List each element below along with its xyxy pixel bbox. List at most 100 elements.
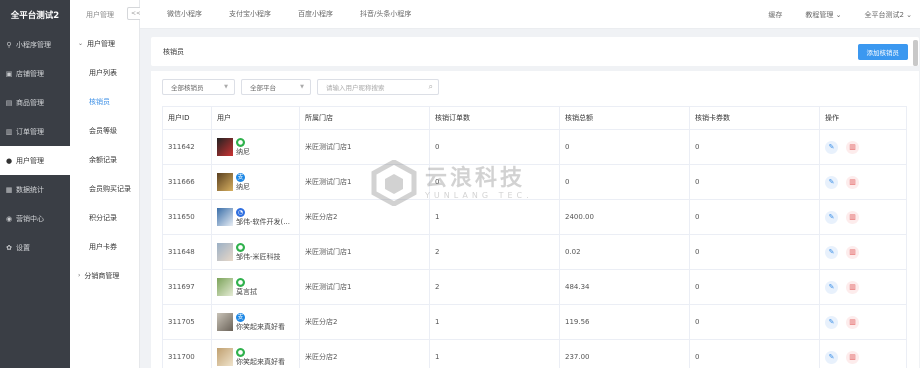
card-count-link[interactable]: 0: [689, 199, 820, 235]
scrollbar[interactable]: [913, 40, 918, 66]
user-meta: ● 邹伟-米匠科技: [236, 242, 281, 262]
card-count-link[interactable]: 0: [689, 164, 820, 200]
user-meta: ● 纳尼: [236, 137, 250, 157]
sidebar-item-store[interactable]: ▣ 店铺管理: [0, 59, 70, 88]
user-info: ● 纳尼: [217, 137, 299, 157]
user-nickname: 纳尼: [236, 147, 250, 156]
row-actions: ✎ ▥: [825, 315, 906, 329]
sidebar-item-marketing[interactable]: ◉ 营销中心: [0, 204, 70, 233]
wechat-icon: ●: [236, 277, 245, 287]
user-nickname: 你笑起来真好看: [236, 322, 285, 331]
delete-button[interactable]: ▥: [846, 175, 859, 189]
user-cell: ● 纳尼: [211, 129, 300, 165]
sidebar-item-order[interactable]: ▥ 订单管理: [0, 117, 70, 146]
subnav-item[interactable]: 积分记录: [70, 203, 139, 232]
subnav-item[interactable]: 会员等级: [70, 116, 139, 145]
sidebar-item-gear[interactable]: ✿ 设置: [0, 233, 70, 262]
tab-platform[interactable]: 支付宝小程序: [229, 9, 271, 19]
marketing-icon: ◉: [5, 214, 13, 223]
edit-button[interactable]: ✎: [825, 315, 838, 329]
subnav-item[interactable]: 用户卡券: [70, 232, 139, 261]
table-row[interactable]: 311666 支纳尼 米匠测试门店1 0 0 0 ✎ ▥: [162, 164, 907, 200]
top-link[interactable]: 全平台测试2 ⌄: [864, 10, 912, 20]
table-row[interactable]: 311700 ● 你笑起来真好看 米匠分店2 1 237.00 0 ✎ ▥: [162, 339, 907, 368]
row-actions: ✎ ▥: [825, 245, 906, 259]
filter-bar: 全部核销员 ▼ 全部平台 ▼ 请输入用户昵称搜索 ⌕: [162, 79, 439, 95]
table-row[interactable]: 311697 ● 莫言拭 米匠测试门店1 2 484.34 0 ✎ ▥: [162, 269, 907, 305]
subnav-group-users[interactable]: ⌄ 用户管理: [70, 29, 139, 58]
trash-icon: ▥: [849, 178, 856, 186]
search-input[interactable]: 请输入用户昵称搜索 ⌕: [317, 79, 439, 95]
table-row[interactable]: 311648 ● 邹伟-米匠科技 米匠测试门店1 2 0.02 0 ✎ ▥: [162, 234, 907, 270]
order-count-link[interactable]: 1: [429, 199, 560, 235]
writeoff-select[interactable]: 全部核销员 ▼: [162, 79, 235, 95]
edit-button[interactable]: ✎: [825, 210, 838, 224]
subnav-group-distributor[interactable]: › 分销商管理: [70, 261, 139, 290]
user-meta: ● 你笑起来真好看: [236, 347, 285, 367]
top-link[interactable]: 缓存: [768, 10, 782, 20]
order-count-link[interactable]: 2: [429, 234, 560, 270]
table-row[interactable]: 311650 ◔ 邹伟-软件开发(... 米匠分店2 1 2400.00 0 ✎ ▥: [162, 199, 907, 235]
sidebar-item-link[interactable]: ⚲ 小程序管理: [0, 30, 70, 59]
user-cell: ● 莫言拭: [211, 269, 300, 305]
row-actions: ✎ ▥: [825, 175, 906, 189]
tab-platform[interactable]: 抖音/头条小程序: [360, 9, 411, 19]
subnav-item[interactable]: 核销员: [70, 87, 139, 116]
sidebar-item-user[interactable]: ● 用户管理: [0, 146, 70, 175]
order-count-link[interactable]: 0: [429, 164, 560, 200]
sidebar-item-chart[interactable]: ▦ 数据统计: [0, 175, 70, 204]
card-count-link[interactable]: 0: [689, 269, 820, 305]
card-count-link[interactable]: 0: [689, 129, 820, 165]
top-link[interactable]: 教程管理 ⌄: [805, 10, 841, 20]
trash-icon: ▥: [849, 283, 856, 291]
order-count-link[interactable]: 1: [429, 304, 560, 340]
card-count-link[interactable]: 0: [689, 339, 820, 368]
user-meta: ◔ 邹伟-软件开发(...: [236, 207, 290, 227]
edit-button[interactable]: ✎: [825, 245, 838, 259]
table-row[interactable]: 311642 ● 纳尼 米匠测试门店1 0 0 0 ✎ ▥: [162, 129, 907, 165]
store-cell: 米匠测试门店1: [299, 234, 430, 270]
delete-button[interactable]: ▥: [846, 315, 859, 329]
card-count-link[interactable]: 0: [689, 304, 820, 340]
user-id-cell: 311697: [162, 269, 212, 305]
delete-button[interactable]: ▥: [846, 210, 859, 224]
sidebar-item-goods[interactable]: ▤ 商品管理: [0, 88, 70, 117]
tab-platform[interactable]: 微信小程序: [167, 9, 202, 19]
tab-platform[interactable]: 百度小程序: [298, 9, 333, 19]
platform-select[interactable]: 全部平台 ▼: [241, 79, 311, 95]
order-count-link[interactable]: 0: [429, 129, 560, 165]
platform-tabs: 微信小程序 支付宝小程序 百度小程序 抖音/头条小程序: [140, 9, 411, 19]
sidebar-menu: ⚲ 小程序管理 ▣ 店铺管理 ▤ 商品管理 ▥ 订单管理 ● 用户管理 ▦ 数据统计 ◉ 营销中心 ✿ 设置: [0, 30, 70, 262]
store-icon: ▣: [5, 69, 13, 78]
avatar: [217, 243, 233, 261]
delete-button[interactable]: ▥: [846, 245, 859, 259]
user-info: ● 莫言拭: [217, 277, 299, 297]
total-amount-cell: 484.34: [559, 269, 690, 305]
delete-button[interactable]: ▥: [846, 140, 859, 154]
store-cell: 米匠分店2: [299, 339, 430, 368]
delete-button[interactable]: ▥: [846, 350, 859, 364]
delete-button[interactable]: ▥: [846, 280, 859, 294]
order-count-link[interactable]: 2: [429, 269, 560, 305]
edit-button[interactable]: ✎: [825, 350, 838, 364]
brand-title[interactable]: 全平台测试2: [0, 0, 70, 30]
add-writeoff-button[interactable]: 添加核销员: [857, 44, 908, 60]
user-icon: ●: [5, 156, 13, 165]
edit-button[interactable]: ✎: [825, 140, 838, 154]
pencil-icon: ✎: [828, 318, 835, 326]
edit-button[interactable]: ✎: [825, 280, 838, 294]
order-count-link[interactable]: 1: [429, 339, 560, 368]
subnav-item[interactable]: 用户列表: [70, 58, 139, 87]
table-row[interactable]: 311705 支你笑起来真好看 米匠分店2 1 119.56 0 ✎ ▥: [162, 304, 907, 340]
top-bar: 微信小程序 支付宝小程序 百度小程序 抖音/头条小程序 缓存 教程管理 ⌄ 全平台测试2 …: [140, 0, 920, 29]
actions-cell: ✎ ▥: [819, 164, 907, 200]
subnav-item[interactable]: 会员购买记录: [70, 174, 139, 203]
card-count-link[interactable]: 0: [689, 234, 820, 270]
subnav-item[interactable]: 余额记录: [70, 145, 139, 174]
sub-nav-header-label: 用户管理: [86, 10, 114, 19]
sidebar-item-label: 店铺管理: [16, 69, 44, 78]
baidu-icon: ◔: [236, 207, 245, 217]
user-nickname: 纳尼: [236, 182, 250, 191]
pencil-icon: ✎: [828, 353, 835, 361]
edit-button[interactable]: ✎: [825, 175, 838, 189]
